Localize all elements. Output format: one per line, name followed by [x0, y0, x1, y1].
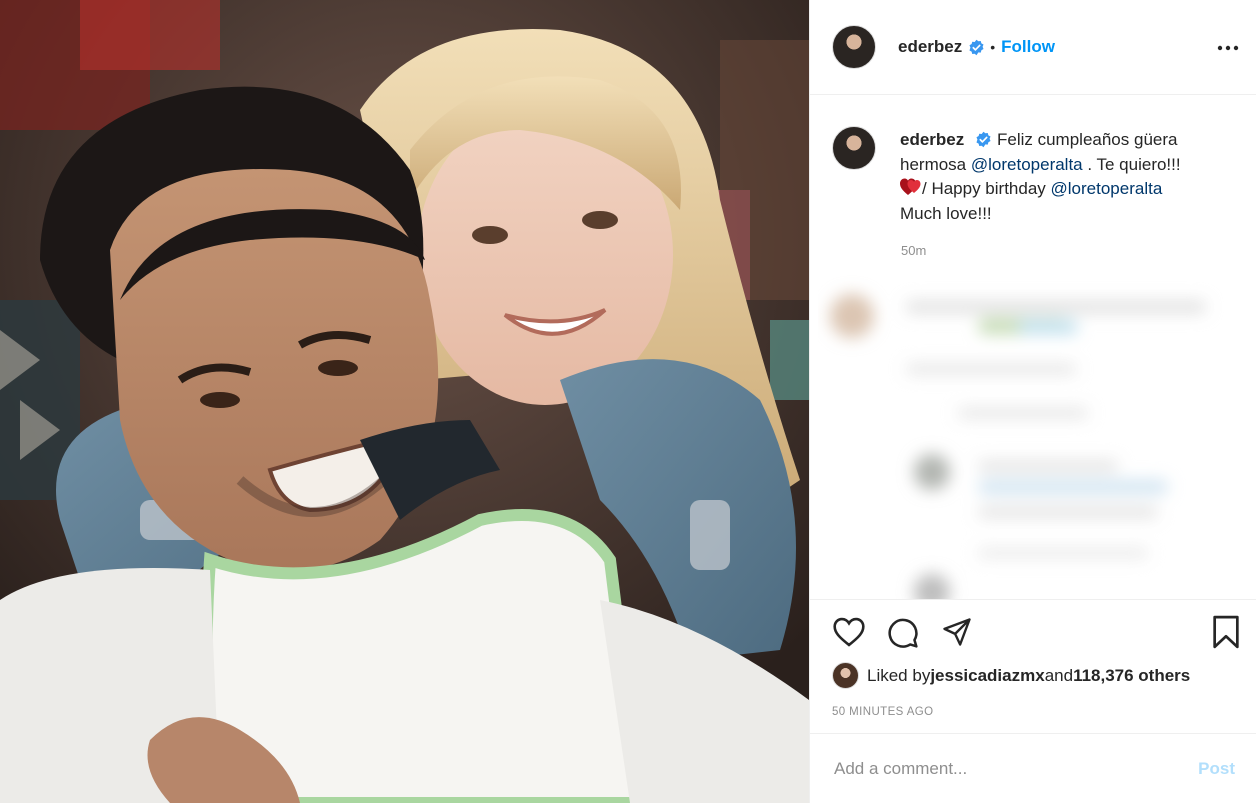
- caption-author-avatar[interactable]: [832, 126, 876, 170]
- bookmark-icon[interactable]: [1210, 615, 1242, 649]
- caption-text: ederbez Feliz cumpleaños güera hermosa @…: [900, 126, 1218, 226]
- more-options-icon[interactable]: [1216, 36, 1240, 60]
- likes-count[interactable]: 118,376 others: [1073, 666, 1190, 686]
- photo-illustration: [0, 0, 809, 803]
- caption-part-4: Much love!!!: [900, 203, 992, 223]
- red-hearts-emoji: [900, 178, 921, 195]
- caption-part-2: . Te quiero!!!: [1082, 154, 1181, 174]
- likes-middle: and: [1044, 665, 1074, 685]
- blur-overlay: [818, 256, 1256, 599]
- author-avatar[interactable]: [832, 25, 876, 69]
- share-icon[interactable]: [940, 617, 974, 647]
- caption-mention-2[interactable]: @loretoperalta: [1051, 179, 1163, 198]
- caption-part-3: / Happy birthday: [922, 179, 1051, 198]
- verified-badge-icon: [969, 39, 984, 55]
- post-side-panel: ederbez • Follow ederbez Feliz cumpleaño…: [809, 0, 1256, 803]
- likes-prefix: Liked by: [867, 665, 931, 685]
- post-timestamp: 50 MINUTES AGO: [832, 706, 934, 718]
- action-bar: [810, 599, 1256, 649]
- verified-badge-icon: [976, 131, 991, 148]
- post-comment-button[interactable]: Post: [1198, 759, 1235, 779]
- add-comment-bar: Post: [810, 733, 1256, 803]
- post-photo[interactable]: [0, 0, 809, 803]
- instagram-post: ederbez • Follow ederbez Feliz cumpleaño…: [0, 0, 1256, 803]
- comments-list-blurred[interactable]: [818, 256, 1256, 599]
- liker-username[interactable]: jessicadiazmx: [930, 666, 1044, 686]
- comment-input[interactable]: [832, 757, 1199, 780]
- post-header: ederbez • Follow: [810, 0, 1256, 95]
- post-caption: ederbez Feliz cumpleaños güera hermosa @…: [832, 126, 1237, 226]
- comment-icon[interactable]: [886, 617, 920, 649]
- caption-mention-1[interactable]: @loretoperalta: [971, 155, 1083, 174]
- separator-dot: •: [990, 39, 996, 55]
- liker-avatar[interactable]: [832, 662, 859, 689]
- heart-icon[interactable]: [832, 617, 866, 647]
- follow-button[interactable]: Follow: [1001, 37, 1055, 57]
- likes-summary: Liked by jessicadiazmx and 118,376 other…: [832, 662, 1190, 689]
- author-username[interactable]: ederbez: [898, 37, 962, 57]
- caption-username[interactable]: ederbez: [900, 130, 964, 149]
